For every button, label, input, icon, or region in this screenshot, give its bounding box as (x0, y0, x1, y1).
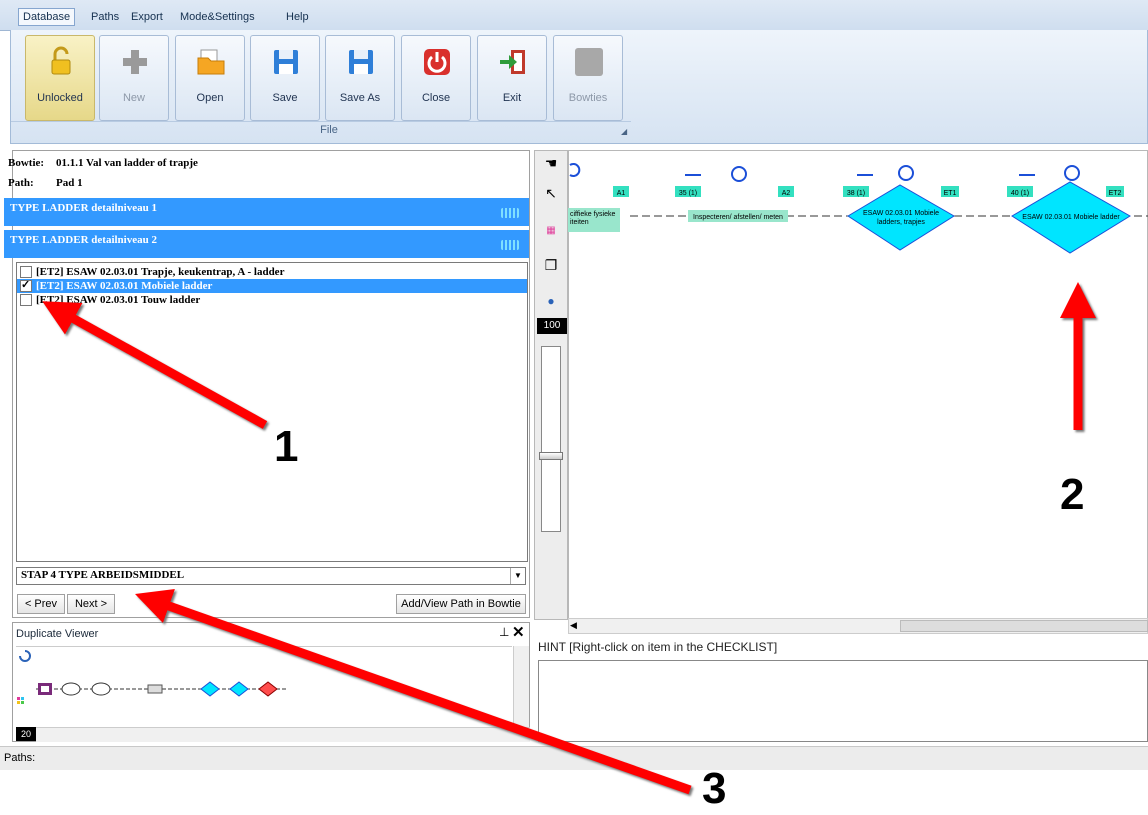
arrow-3 (135, 589, 692, 795)
callout-1: 1 (274, 422, 299, 471)
annotation-arrows (42, 282, 1096, 795)
callout-2: 2 (1060, 470, 1085, 519)
callout-3: 3 (702, 764, 727, 813)
arrow-1 (42, 301, 268, 429)
